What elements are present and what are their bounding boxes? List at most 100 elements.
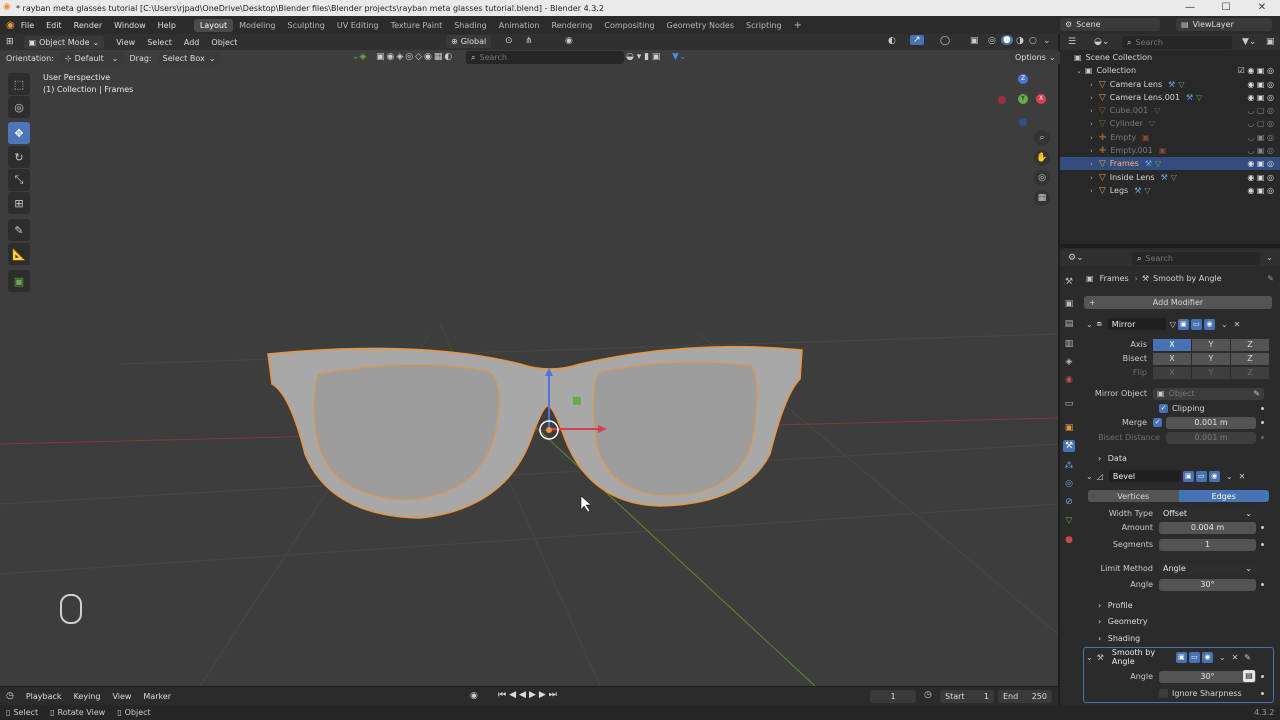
tab-sculpting[interactable]: Sculpting: [282, 19, 331, 32]
proportional-edit-icon[interactable]: ◉: [565, 36, 573, 46]
pivot-icon[interactable]: ⊙: [505, 36, 513, 46]
expand-arrow-icon[interactable]: ›: [1090, 81, 1093, 89]
tab-animation[interactable]: Animation: [493, 19, 546, 32]
render-icon[interactable]: ◉: [1201, 651, 1213, 663]
menu-timeline-view[interactable]: View: [106, 692, 137, 701]
merge-distance-field[interactable]: 0.001 m: [1166, 416, 1256, 429]
tab-uv-editing[interactable]: UV Editing: [331, 19, 385, 32]
keyframe-dot-icon[interactable]: [1261, 675, 1264, 678]
node-input-icon[interactable]: ▤: [1243, 670, 1255, 682]
material-tab-icon[interactable]: ●: [1063, 534, 1075, 546]
keyframe-dot-icon[interactable]: [1261, 436, 1264, 439]
render-icon[interactable]: ◉: [1208, 470, 1220, 482]
visibility-icons[interactable]: ◉ ▣ ◎: [1247, 80, 1274, 89]
annotate-tool-icon[interactable]: ✎: [8, 219, 30, 241]
pin-icon[interactable]: ✎: [1267, 274, 1274, 283]
keyframe-dot-icon[interactable]: [1261, 583, 1264, 586]
properties-search-input[interactable]: ⌕ Search: [1132, 252, 1260, 265]
keyframe-dot-icon[interactable]: [1261, 692, 1264, 695]
keyframe-dot-icon[interactable]: [1261, 421, 1264, 424]
outliner-editor-icon[interactable]: ☰: [1068, 37, 1076, 47]
profile-subpanel[interactable]: › Profile: [1098, 601, 1133, 610]
playback-controls-icon[interactable]: ⏮◀◀▶▶⏭: [498, 690, 560, 700]
menu-playback[interactable]: Playback: [20, 692, 68, 701]
outliner-search-input[interactable]: ⌕ Search: [1122, 36, 1232, 49]
visibility-icons[interactable]: ◉ ▣ ◎: [1247, 93, 1274, 102]
menu-edit[interactable]: Edit: [40, 21, 68, 30]
visibility-icons[interactable]: ◉ ▣ ◎: [1247, 159, 1274, 168]
edit-cage-icon[interactable]: ▽: [1170, 320, 1176, 329]
outliner-item-camera-lens[interactable]: › ▽ Camera Lens ⚒ ▽ ◉ ▣ ◎: [1060, 78, 1280, 91]
camera-view-icon[interactable]: ◎: [1034, 170, 1050, 186]
tab-layout[interactable]: Layout: [193, 18, 234, 32]
mirror-name-field[interactable]: Mirror: [1107, 318, 1166, 330]
expand-arrow-icon[interactable]: ›: [1090, 160, 1093, 168]
segments-field[interactable]: 1: [1159, 538, 1256, 551]
bevel-angle-field[interactable]: 30°: [1159, 578, 1256, 591]
tab-vertices[interactable]: Vertices: [1088, 490, 1179, 502]
chevron-down-icon[interactable]: ⌄: [1226, 472, 1233, 481]
outliner-item-empty-001[interactable]: › ✚ Empty.001 ▣ ◡ ▣ ◎: [1060, 144, 1280, 157]
world-tab-icon[interactable]: ◉: [1063, 374, 1075, 386]
bisect-x-toggle[interactable]: X: [1153, 352, 1191, 365]
outliner-item-cube-001[interactable]: › ▽ Cube.001 ▽ ◡ ▢ ◎: [1060, 104, 1280, 117]
scale-tool-icon[interactable]: ⤡: [8, 169, 30, 191]
rendered-shading-icon[interactable]: ○: [1029, 36, 1037, 46]
select-box-tool-icon[interactable]: ⬚: [8, 73, 30, 95]
overlay-icon[interactable]: ◯: [940, 36, 950, 46]
flip-x-toggle[interactable]: X: [1153, 366, 1191, 379]
add-workspace-icon[interactable]: +: [788, 18, 808, 33]
edit-mode-icon[interactable]: ▣: [1175, 651, 1187, 663]
keyframe-dot-icon[interactable]: [1261, 407, 1264, 410]
pan-hand-icon[interactable]: ✋: [1034, 150, 1050, 166]
add-modifier-button[interactable]: + Add Modifier: [1084, 296, 1272, 309]
end-frame-field[interactable]: End 250: [998, 690, 1052, 703]
bisect-distance-field[interactable]: 0.001 m: [1166, 431, 1256, 444]
timeline-editor-icon[interactable]: ◷: [0, 691, 20, 701]
xray-icon[interactable]: ▣: [970, 36, 979, 46]
viewport-display-icon[interactable]: ▭: [1190, 318, 1202, 330]
menu-object[interactable]: Object: [205, 38, 243, 47]
scene-tab-icon[interactable]: ◈: [1063, 356, 1075, 368]
axis-y-toggle[interactable]: Y: [1192, 338, 1230, 351]
pin-icon[interactable]: ✎: [1244, 653, 1251, 662]
shading-subpanel[interactable]: › Shading: [1098, 634, 1140, 643]
smooth-angle-field[interactable]: 30°: [1159, 670, 1256, 683]
outliner-scene-collection[interactable]: ▣ Scene Collection: [1060, 51, 1280, 64]
rotate-tool-icon[interactable]: ↻: [8, 146, 30, 168]
collapse-arrow-icon[interactable]: ⌄: [1086, 472, 1093, 481]
collapse-arrow-icon[interactable]: ⌄: [1076, 67, 1082, 75]
collapse-arrow-icon[interactable]: ⌄: [1086, 653, 1093, 662]
gizmo-toggle-icon[interactable]: ↗: [910, 35, 924, 45]
expand-arrow-icon[interactable]: ›: [1090, 94, 1093, 102]
gizmo-plane-handle[interactable]: [573, 397, 581, 405]
visibility-icons[interactable]: ◡ ▣ ◎: [1247, 133, 1274, 142]
shading-options-icon[interactable]: ⌄: [1043, 36, 1051, 46]
constraints-tab-icon[interactable]: ⊘: [1063, 496, 1075, 508]
add-cube-tool-icon[interactable]: ▣: [8, 270, 30, 292]
outliner-item-legs[interactable]: › ▽ Legs ⚒ ▽ ◉ ▣ ◎: [1060, 184, 1280, 197]
filter-visibility-icon[interactable]: ⌄◈: [352, 52, 366, 62]
wireframe-shading-icon[interactable]: ◎: [988, 36, 996, 46]
properties-editor-icon[interactable]: ⚙⌄: [1068, 253, 1084, 263]
expand-arrow-icon[interactable]: ›: [1090, 174, 1093, 182]
tab-shading[interactable]: Shading: [448, 19, 493, 32]
axis-z-toggle[interactable]: Z: [1231, 338, 1269, 351]
expand-arrow-icon[interactable]: ›: [1090, 107, 1093, 115]
chevron-down-icon[interactable]: ⌄: [1219, 653, 1226, 662]
keyframe-dot-icon[interactable]: [1261, 526, 1264, 529]
tab-texture-paint[interactable]: Texture Paint: [385, 19, 449, 32]
new-collection-icon[interactable]: ▣: [1266, 37, 1275, 47]
menu-keying[interactable]: Keying: [68, 692, 107, 701]
transform-tool-icon[interactable]: ⊞: [8, 192, 30, 214]
close-icon[interactable]: ✕: [1239, 472, 1246, 481]
menu-help[interactable]: Help: [152, 21, 182, 30]
output-tab-icon[interactable]: ▤: [1063, 318, 1075, 330]
expand-arrow-icon[interactable]: ›: [1090, 134, 1093, 142]
drag-dropdown[interactable]: Select Box ⌄: [157, 51, 221, 65]
tab-compositing[interactable]: Compositing: [598, 19, 660, 32]
edit-mode-icon[interactable]: ▣: [1182, 470, 1194, 482]
measure-tool-icon[interactable]: 📐: [8, 243, 30, 265]
outliner-item-frames[interactable]: › ▽ Frames ⚒ ▽ ◉ ▣ ◎: [1060, 157, 1280, 170]
filter-icon[interactable]: ▼⌄: [1242, 37, 1256, 47]
